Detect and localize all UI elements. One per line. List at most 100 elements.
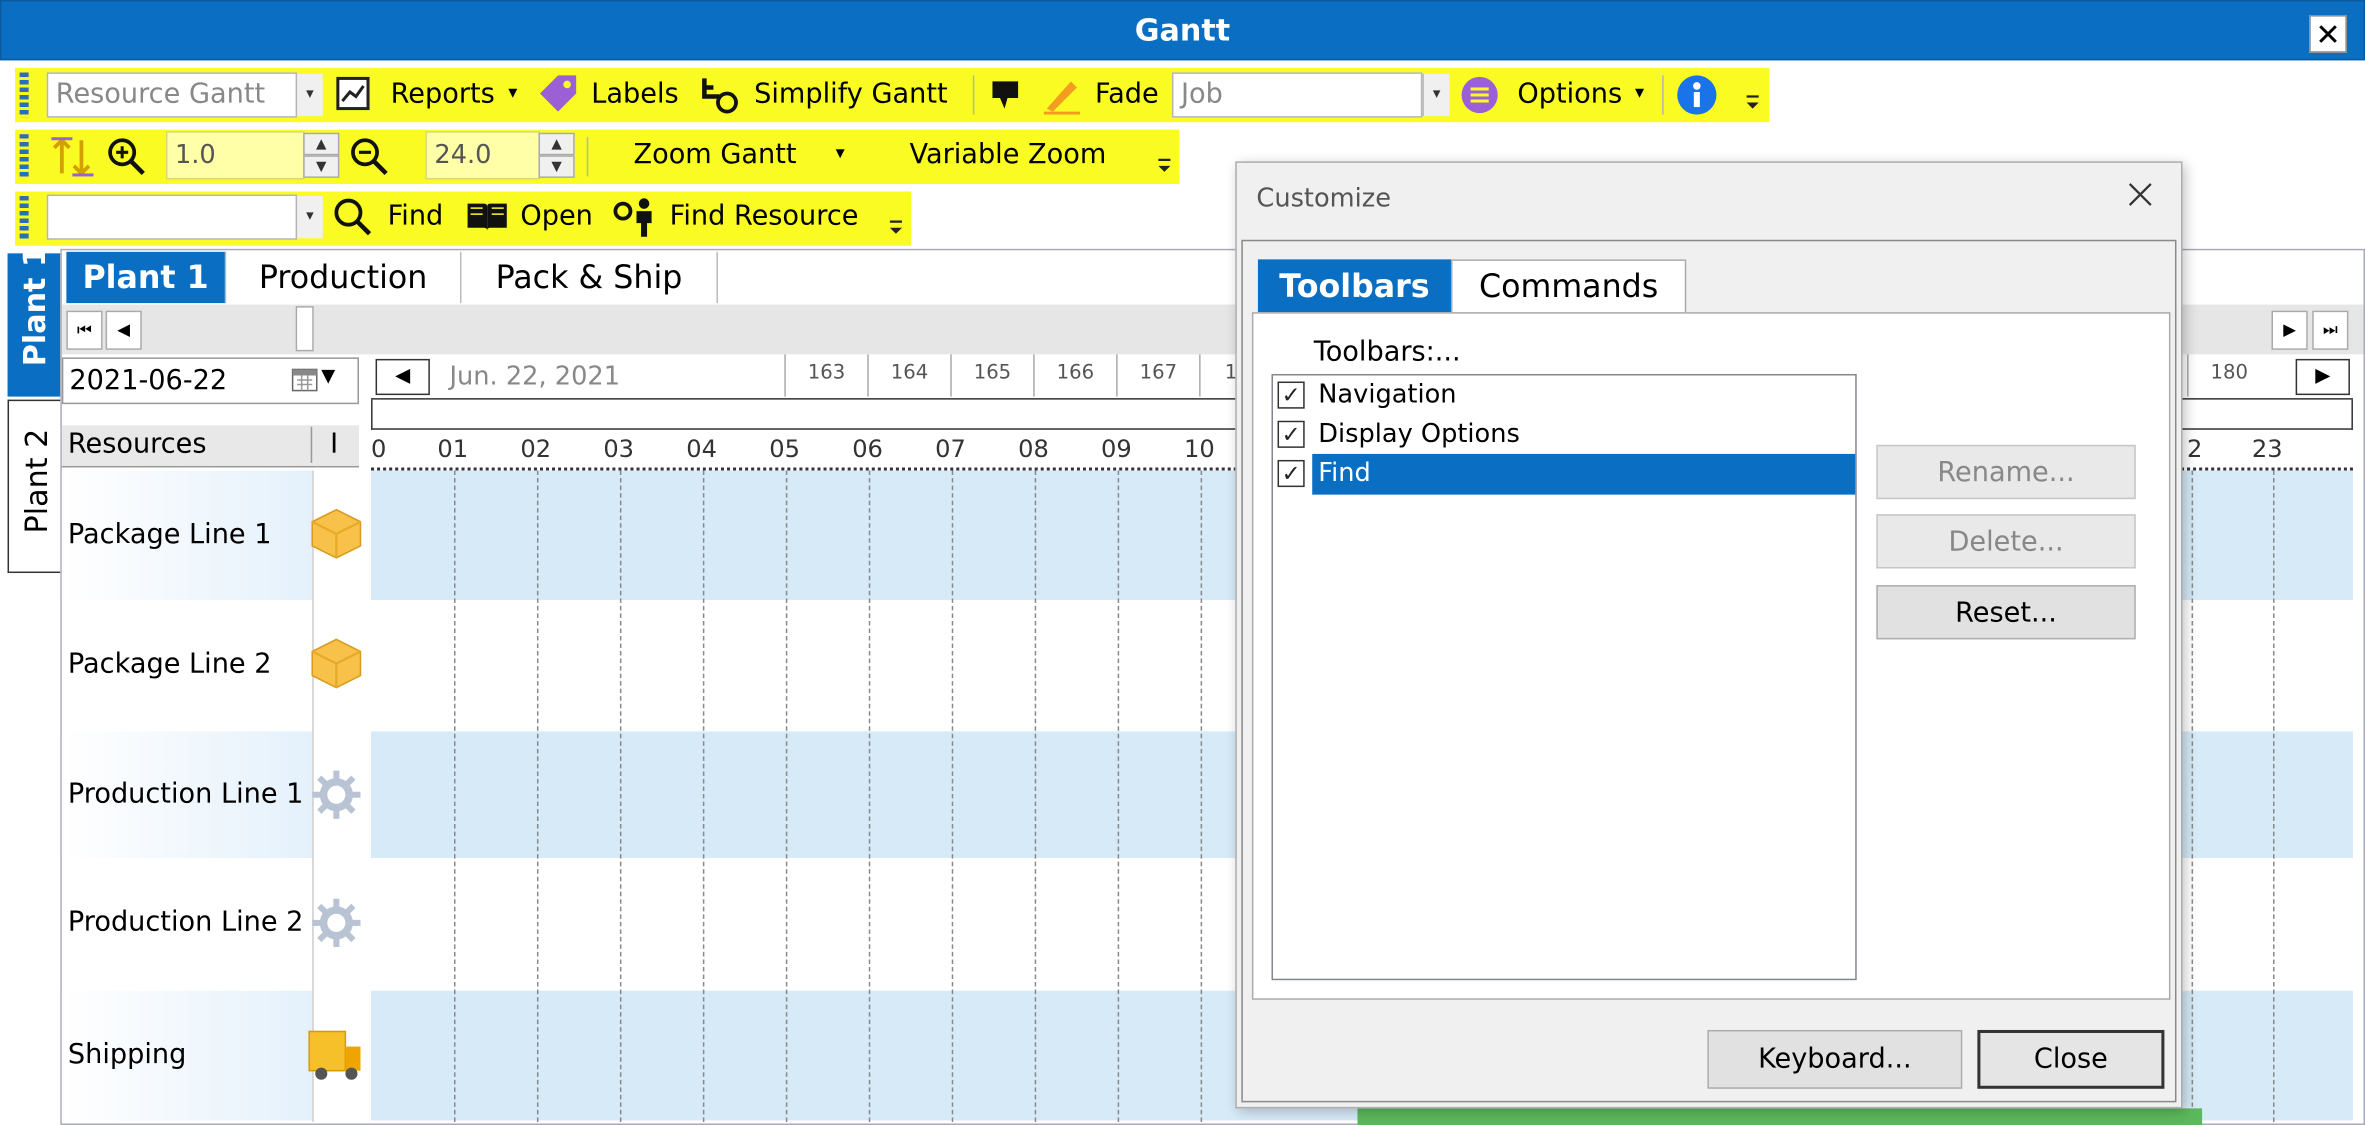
side-tab-label: Plant 2 <box>18 428 55 534</box>
checkbox[interactable]: ✓ <box>1277 420 1305 448</box>
zoom-out-value[interactable]: 24.0 <box>425 131 540 180</box>
toolbar-separator <box>1662 75 1664 115</box>
reports-dropdown-icon[interactable]: ▾ <box>508 69 517 114</box>
timeline-next-button[interactable]: ▶ <box>2295 358 2350 396</box>
toolbar-grip[interactable] <box>19 72 29 118</box>
dialog-close-icon[interactable] <box>2124 178 2157 211</box>
find-resource-icon <box>612 196 657 238</box>
labels-button[interactable]: Labels <box>591 72 678 117</box>
hour-label: 03 <box>603 434 635 463</box>
tab-pack-ship[interactable]: Pack & Ship <box>461 251 718 304</box>
hour-label: 2 <box>2187 434 2203 463</box>
resource-name[interactable]: Production Line 2 <box>61 858 313 988</box>
info-icon[interactable] <box>1676 74 1718 116</box>
fade-button[interactable]: Fade <box>1095 72 1159 117</box>
hour-label: 01 <box>437 434 469 463</box>
selection-highlight <box>1312 453 1856 495</box>
zoom-gantt-dropdown-icon[interactable]: ▾ <box>836 130 845 175</box>
find-combo-arrow[interactable]: ▾ <box>295 196 323 239</box>
job-combo-arrow[interactable]: ▾ <box>1422 73 1450 117</box>
sort-icon[interactable] <box>51 134 94 179</box>
hour-gridline <box>702 470 705 1122</box>
open-button[interactable]: Open <box>520 195 593 240</box>
list-item-label: Display Options <box>1318 419 1520 450</box>
delete-button[interactable]: Delete... <box>1876 514 2136 569</box>
icon-column-header[interactable]: I <box>310 426 356 463</box>
find-resource-button[interactable]: Find Resource <box>670 195 859 240</box>
close-button[interactable]: Close <box>1977 1029 2165 1089</box>
zoom-out-icon[interactable] <box>348 136 390 178</box>
options-button[interactable]: Options <box>1517 72 1622 117</box>
keyboard-button[interactable]: Keyboard... <box>1707 1029 1963 1089</box>
hour-gridline <box>1117 470 1120 1122</box>
toolbar-grip[interactable] <box>19 134 29 180</box>
toolbar-overflow-icon[interactable] <box>1745 93 1760 116</box>
timeline-prev-button[interactable]: ◀ <box>375 358 430 396</box>
dialog-title: Customize <box>1256 183 1392 215</box>
toolbar-grip[interactable] <box>19 196 29 242</box>
scroll-next-icon[interactable]: ▶ <box>2271 310 2308 350</box>
zoom-in-spin-down[interactable]: ▼ <box>303 155 340 178</box>
zoom-in-icon[interactable] <box>106 136 148 178</box>
week-number: 166 <box>1033 354 1116 397</box>
tab-plant-1[interactable]: Plant 1 <box>66 251 227 304</box>
toolbar-overflow-icon[interactable] <box>1157 157 1172 180</box>
zoom-in-value[interactable]: 1.0 <box>165 131 305 180</box>
calendar-icon[interactable] <box>291 368 318 392</box>
resource-name[interactable]: Shipping <box>61 990 313 1121</box>
hour-gridline <box>1200 470 1203 1122</box>
simplify-icon <box>698 75 740 114</box>
hour-gridline <box>785 470 788 1122</box>
list-item-selected[interactable]: ✓ Find <box>1276 453 1856 495</box>
zoom-out-spin-up[interactable]: ▲ <box>538 132 575 156</box>
list-item-label: Find <box>1318 458 1371 489</box>
hour-gridline <box>868 470 871 1122</box>
checkbox[interactable]: ✓ <box>1277 381 1305 409</box>
hour-gridline <box>453 470 456 1122</box>
find-combo[interactable] <box>46 194 298 240</box>
variable-zoom-button[interactable]: Variable Zoom <box>910 133 1107 178</box>
date-dropdown-icon[interactable]: ▼ <box>321 365 335 386</box>
hour-label: 02 <box>520 434 552 463</box>
week-number: 167 <box>1116 354 1199 397</box>
scroll-thumb[interactable] <box>295 306 314 352</box>
job-combo[interactable]: Job <box>1171 72 1423 118</box>
zoom-out-spin-down[interactable]: ▼ <box>538 155 575 178</box>
hour-label: 10 <box>1184 434 1215 463</box>
scroll-last-icon[interactable]: ⏭ <box>2312 310 2349 350</box>
window-title: Gantt <box>1134 12 1231 49</box>
checkbox[interactable]: ✓ <box>1277 459 1305 488</box>
resource-name[interactable]: Package Line 1 <box>61 470 313 601</box>
side-tab-plant-1[interactable]: Plant 1 <box>7 246 61 397</box>
tab-production[interactable]: Production <box>226 251 462 304</box>
toolbar-overflow-icon[interactable] <box>888 219 903 242</box>
reports-button[interactable]: Reports <box>391 72 495 117</box>
reset-button[interactable]: Reset... <box>1876 585 2136 640</box>
scroll-first-icon[interactable]: ⏮ <box>66 310 103 350</box>
simplify-gantt-button[interactable]: Simplify Gantt <box>754 72 948 117</box>
gantt-job-bar[interactable] <box>1357 1108 2203 1125</box>
resource-name[interactable]: Production Line 1 <box>61 731 313 859</box>
side-tab-plant-2[interactable]: Plant 2 <box>7 399 61 574</box>
view-combo-arrow[interactable]: ▾ <box>295 73 323 117</box>
resource-name[interactable]: Package Line 2 <box>61 600 313 730</box>
hour-label: 07 <box>935 434 966 463</box>
list-item[interactable]: ✓ Display Options <box>1276 415 1855 454</box>
zoom-gantt-button[interactable]: Zoom Gantt <box>633 133 796 178</box>
list-item[interactable]: ✓ Navigation <box>1276 375 1855 414</box>
tab-toolbars[interactable]: Toolbars <box>1257 259 1451 314</box>
view-combo[interactable]: Resource Gantt <box>46 72 298 118</box>
options-icon <box>1460 75 1499 114</box>
scroll-prev-icon[interactable]: ◀ <box>105 310 142 350</box>
timeline-date-label: Jun. 22, 2021 <box>449 361 621 393</box>
rename-button[interactable]: Rename... <box>1876 444 2136 500</box>
zoom-in-spin-up[interactable]: ▲ <box>303 132 340 156</box>
tab-commands[interactable]: Commands <box>1450 259 1687 314</box>
window-close-button[interactable]: ✕ <box>2309 15 2347 53</box>
resources-header-label[interactable]: Resources <box>68 427 207 463</box>
options-dropdown-icon[interactable]: ▾ <box>1635 69 1644 114</box>
thumbs-down-icon[interactable] <box>988 77 1024 113</box>
find-button[interactable]: Find <box>388 195 444 240</box>
hour-gridline <box>1034 470 1037 1122</box>
week-number: 180 <box>2187 354 2270 397</box>
